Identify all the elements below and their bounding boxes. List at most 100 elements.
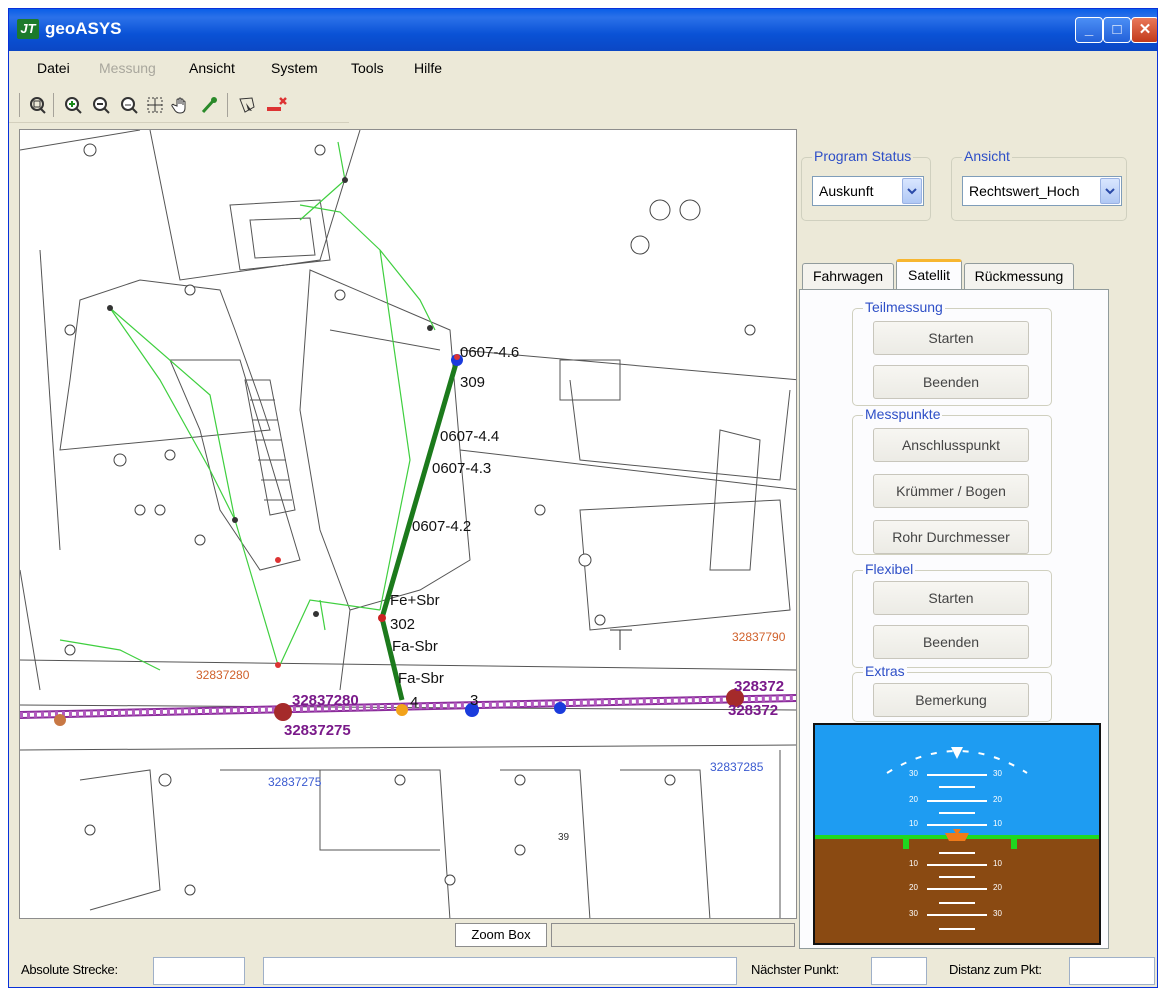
pitch-tick-label: 10 [993, 819, 1002, 828]
horizon-graphic [815, 725, 1099, 943]
status-bar: Absolute Strecke: Nächster Punkt: Distan… [9, 953, 1157, 987]
status-message-field[interactable] [263, 957, 737, 985]
maximize-button[interactable]: □ [1103, 17, 1131, 43]
chevron-down-icon[interactable] [1100, 178, 1120, 204]
map-node-small[interactable] [107, 305, 113, 311]
map-node-blue[interactable] [554, 702, 566, 714]
zoom-previous-icon[interactable] [117, 93, 141, 117]
ansicht-value: Rechtswert_Hoch [969, 183, 1080, 199]
tab-rueckmessung[interactable]: Rückmessung [964, 263, 1074, 289]
pitch-tick-label: 30 [993, 769, 1002, 778]
map-label-parcel: 328372 [728, 702, 779, 719]
map-label-parcel: 32837280 [292, 692, 359, 709]
minimize-button[interactable]: _ [1075, 17, 1103, 43]
distanz-label: Distanz zum Pkt: [949, 962, 1042, 977]
distanz-field[interactable] [1069, 957, 1155, 985]
flexibel-end-button[interactable]: Beenden [873, 625, 1029, 659]
map-node-brown[interactable] [54, 714, 66, 726]
zoom-out-icon[interactable] [89, 93, 113, 117]
zoom-in-icon[interactable] [61, 93, 85, 117]
toolbar-grip [19, 93, 20, 117]
extras-title: Extras [863, 663, 907, 679]
map-label-parcel: 32837275 [284, 722, 351, 739]
pitch-tick-label: 10 [909, 819, 918, 828]
add-point-icon[interactable] [197, 93, 221, 117]
menu-messung[interactable]: Messung [99, 60, 156, 76]
absolute-strecke-field[interactable] [153, 957, 245, 985]
zoom-box-button[interactable]: Zoom Box [455, 923, 547, 947]
main-pipe-segment[interactable] [379, 359, 460, 619]
pan-hand-icon[interactable] [169, 93, 193, 117]
rohr-durchmesser-button[interactable]: Rohr Durchmesser [873, 520, 1029, 554]
tab-fahrwagen[interactable]: Fahrwagen [802, 263, 894, 289]
pitch-tick-label: 30 [993, 909, 1002, 918]
pitch-tick-label: 30 [909, 769, 918, 778]
anschlusspunkt-button[interactable]: Anschlusspunkt [873, 428, 1029, 462]
map-label-parcel: 32837285 [710, 760, 764, 774]
teilmessung-group: Teilmessung Starten Beenden [852, 299, 1052, 406]
attitude-indicator: 30 30 20 20 10 10 10 10 20 20 30 30 [813, 723, 1101, 945]
flexibel-start-button[interactable]: Starten [873, 581, 1029, 615]
menu-hilfe[interactable]: Hilfe [414, 60, 442, 76]
toolbar-separator [53, 93, 54, 117]
toolbar-separator [227, 93, 228, 117]
map-node-dark-red[interactable] [274, 703, 292, 721]
map-node-small[interactable] [275, 557, 281, 563]
ansicht-title: Ansicht [962, 148, 1012, 164]
menu-datei[interactable]: Datei [37, 60, 70, 76]
map-node-small[interactable] [275, 662, 281, 668]
extras-group: Extras Bemerkung [852, 663, 1052, 722]
zoom-extent-icon[interactable] [25, 93, 49, 117]
map-label-point: 0607-4.6 [460, 344, 520, 361]
zoom-box-icon[interactable] [143, 93, 167, 117]
pitch-tick-label: 20 [909, 795, 918, 804]
select-area-icon[interactable] [235, 93, 259, 117]
satellit-panel: Teilmessung Starten Beenden Messpunkte A… [799, 289, 1109, 949]
ansicht-select[interactable]: Rechtswert_Hoch [962, 176, 1122, 206]
teilmessung-start-button[interactable]: Starten [873, 321, 1029, 355]
tab-strip: Fahrwagen Satellit Rückmessung [802, 259, 1157, 291]
bemerkung-button[interactable]: Bemerkung [873, 683, 1029, 717]
pitch-tick-label: 20 [993, 795, 1002, 804]
naechster-punkt-label: Nächster Punkt: [751, 962, 839, 977]
map-label-point: Fa-Sbr [398, 670, 444, 687]
flexibel-title: Flexibel [863, 561, 916, 577]
map-label-parcel: 32837790 [732, 630, 786, 644]
map-label-point: 0607-4.2 [412, 518, 472, 535]
map-label-parcel: 32837275 [268, 775, 322, 789]
map-label-point: 302 [390, 616, 416, 633]
delete-measure-icon[interactable] [265, 93, 289, 117]
map-label-point: 3 [470, 692, 479, 709]
map-node-small[interactable] [313, 611, 319, 617]
app-window: JT geoASYS _ □ ✕ Datei Messung Ansicht S… [8, 8, 1158, 988]
menu-ansicht[interactable]: Ansicht [189, 60, 235, 76]
pitch-tick-label: 30 [909, 909, 918, 918]
map-node-red[interactable] [378, 614, 386, 622]
menu-bar: Datei Messung Ansicht System Tools Hilfe [9, 55, 1157, 83]
map-label-point: 0607-4.4 [440, 428, 500, 445]
map-drawing[interactable] [20, 130, 797, 919]
map-label-house-number: 39 [558, 832, 570, 843]
teilmessung-end-button[interactable]: Beenden [873, 365, 1029, 399]
naechster-punkt-field[interactable] [871, 957, 927, 985]
teilmessung-title: Teilmessung [863, 299, 945, 315]
chevron-down-icon[interactable] [902, 178, 922, 204]
menu-system[interactable]: System [271, 60, 318, 76]
map-node-orange[interactable] [396, 704, 408, 716]
map-label-parcel: 32837280 [196, 668, 250, 682]
map-label-point: 309 [460, 374, 486, 391]
menu-tools[interactable]: Tools [351, 60, 384, 76]
map-node-small[interactable] [232, 517, 238, 523]
title-bar[interactable]: JT geoASYS _ □ ✕ [9, 9, 1157, 51]
ansicht-group: Ansicht Rechtswert_Hoch [951, 148, 1127, 221]
close-button[interactable]: ✕ [1131, 17, 1157, 43]
map-canvas[interactable]: 0607-4.6 309 0607-4.4 0607-4.3 0607-4.2 … [19, 129, 797, 919]
map-label-point: 0607-4.3 [432, 460, 492, 477]
app-logo-icon: JT [17, 19, 39, 39]
program-status-select[interactable]: Auskunft [812, 176, 924, 206]
map-node-small[interactable] [427, 325, 433, 331]
map-node-small[interactable] [342, 177, 348, 183]
tab-satellit[interactable]: Satellit [896, 259, 962, 291]
toolbar [9, 87, 349, 123]
kruemmer-bogen-button[interactable]: Krümmer / Bogen [873, 474, 1029, 508]
